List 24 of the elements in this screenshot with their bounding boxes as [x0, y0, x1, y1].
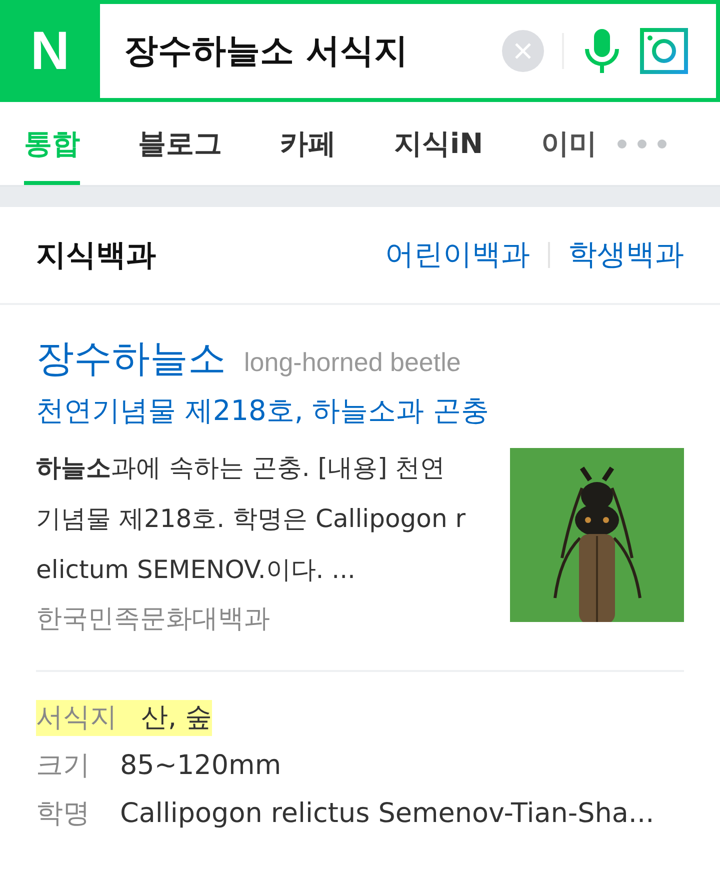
fact-value: 산, 숲: [141, 700, 212, 736]
tab[interactable]: 지식iN: [394, 102, 484, 185]
entry-title[interactable]: 장수하늘소: [36, 333, 226, 384]
camera-lens-icon[interactable]: [640, 28, 688, 74]
search-query: 장수하늘소 서식지: [124, 30, 409, 73]
encyclopedia-link[interactable]: 학생백과: [568, 235, 684, 275]
entry-subtitle: long-horned beetle: [244, 347, 461, 378]
tab[interactable]: 이미: [541, 102, 598, 185]
fact-value: Callipogon relictus Semenov-Tian-Sha...: [120, 797, 654, 831]
fact-label: 학명: [36, 797, 91, 831]
tab[interactable]: 블로그: [138, 102, 222, 185]
entry-summary: 하늘소과에 속하는 곤충. [내용] 천연기념물 제218호. 학명은 Callipogon relictum SEMENOV.이다. ...: [36, 452, 467, 586]
clear-button[interactable]: [502, 30, 544, 72]
encyclopedia-link[interactable]: 어린이백과: [385, 235, 530, 275]
microphone-icon[interactable]: [582, 27, 622, 75]
close-icon: [513, 41, 533, 61]
fact-label: 서식지: [36, 700, 141, 736]
section-title: 지식백과: [36, 236, 157, 274]
entry-category[interactable]: 천연기념물 제218호, 하늘소과 곤충: [36, 392, 684, 430]
fact-value: 85~120mm: [120, 749, 282, 783]
entry-source: 한국민족문화대백과: [36, 603, 271, 636]
tab[interactable]: 카페: [280, 102, 336, 185]
fact-label: 크기: [36, 749, 91, 783]
search-field[interactable]: 장수하늘소 서식지: [100, 4, 716, 98]
